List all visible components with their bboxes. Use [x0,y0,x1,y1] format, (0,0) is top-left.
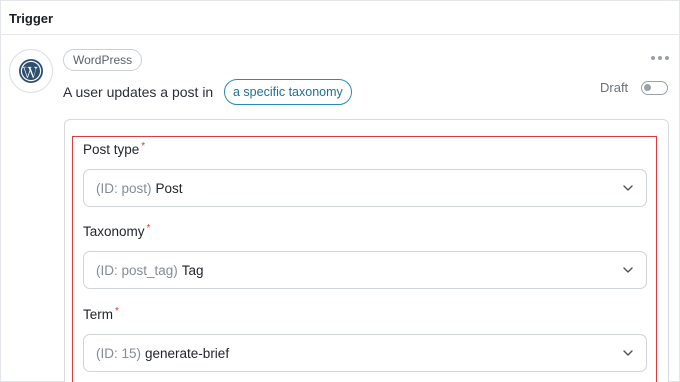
post-type-label: Post type * [83,141,146,157]
integration-avatar [9,49,53,93]
taxonomy-select[interactable]: (ID: post_tag) Tag [83,251,647,289]
required-mark: * [141,141,146,152]
post-type-value: Post [155,180,183,196]
required-mark: * [146,223,151,234]
taxonomy-selector-pill[interactable]: a specific taxonomy [224,79,352,105]
term-select[interactable]: (ID: 15) generate-brief [83,334,647,372]
post-type-select[interactable]: (ID: post) Post [83,169,647,207]
toggle-knob [644,84,651,91]
term-label-text: Term [83,307,113,322]
more-options-icon[interactable] [651,52,669,64]
integration-badge: WordPress [63,49,143,71]
taxonomy-id: (ID: post_tag) [96,262,178,278]
post-type-label-text: Post type [83,142,140,157]
chevron-down-icon [623,185,633,191]
wordpress-logo-icon [19,59,43,83]
term-id: (ID: 15) [96,345,142,361]
taxonomy-label: Taxonomy * [83,223,151,239]
required-mark: * [115,306,119,317]
chevron-down-icon [623,350,633,356]
header-divider [0,34,680,35]
chevron-down-icon [623,267,633,273]
section-title: Trigger [9,11,54,26]
taxonomy-label-text: Taxonomy [83,224,145,239]
taxonomy-value: Tag [181,262,204,278]
term-value: generate-brief [145,345,230,361]
post-type-id: (ID: post) [96,180,152,196]
draft-toggle[interactable] [641,81,668,95]
status-label: Draft [600,80,629,95]
term-label: Term * [83,306,119,322]
trigger-description: A user updates a post in [63,84,214,100]
